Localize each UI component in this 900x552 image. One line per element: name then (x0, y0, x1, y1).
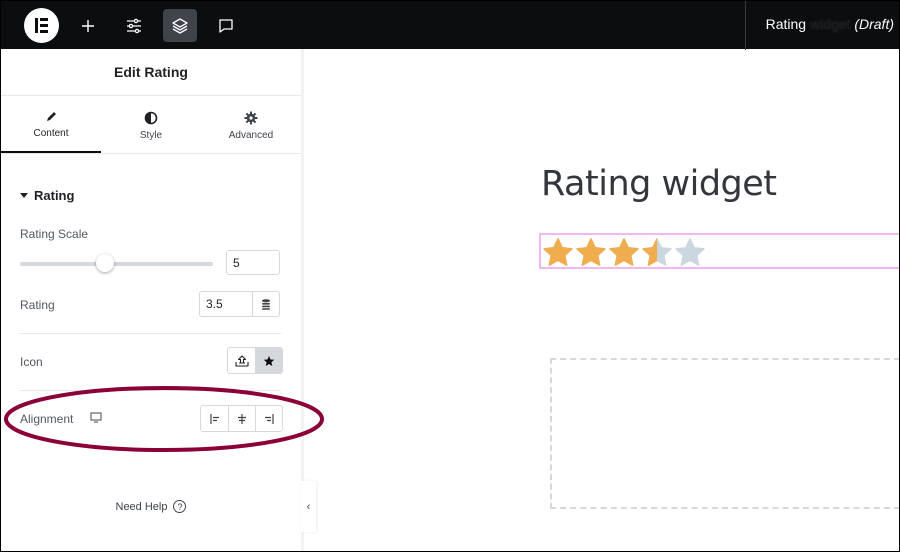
rating-label: Rating (20, 298, 55, 312)
tab-content-label: Content (33, 128, 69, 139)
comments-button[interactable] (209, 9, 243, 42)
need-help-link[interactable]: Need Help ? (1, 500, 301, 513)
alignment-label: Alignment (20, 412, 74, 426)
need-help-label: Need Help (115, 500, 168, 513)
align-start-icon (209, 413, 219, 424)
pencil-icon (46, 112, 56, 121)
tab-advanced[interactable]: Advanced (201, 96, 301, 153)
collapse-panel-button[interactable]: ‹ (301, 481, 316, 532)
empty-drop-zone[interactable] (550, 358, 900, 509)
elementor-logo[interactable] (24, 8, 59, 43)
caret-down-icon (20, 193, 28, 198)
icon-star-option[interactable] (255, 348, 282, 373)
divider (20, 390, 281, 391)
document-title[interactable]: Rating widget (Draft) (766, 16, 894, 32)
rating-scale-slider-handle[interactable] (96, 254, 114, 272)
rating-star (642, 238, 672, 266)
title-main: Rating (765, 16, 807, 32)
upload-icon (234, 355, 249, 367)
tab-style-label: Style (139, 129, 163, 141)
icon-upload-option[interactable] (228, 348, 255, 373)
rating-star (543, 238, 573, 266)
add-element-button[interactable] (71, 9, 105, 42)
panel-edge (301, 49, 304, 551)
top-bar: Rating widget (Draft) (0, 0, 900, 50)
sliders-icon (127, 18, 141, 33)
site-settings-button[interactable] (117, 9, 151, 42)
panel-title: Edit Rating (1, 49, 301, 96)
contrast-icon (144, 111, 158, 124)
tab-style[interactable]: Style (101, 96, 201, 153)
database-icon (261, 298, 270, 310)
canvas-heading[interactable]: Rating widget (541, 164, 777, 204)
dynamic-tags-button[interactable] (252, 291, 280, 317)
desktop-icon[interactable] (90, 412, 102, 423)
rating-scale-slider-track[interactable] (20, 262, 213, 266)
structure-button[interactable] (163, 9, 197, 42)
alignment-choices (200, 405, 283, 432)
draft-status: (Draft) (854, 16, 894, 32)
align-end-option[interactable] (255, 406, 282, 431)
align-start-option[interactable] (201, 406, 228, 431)
align-end-icon (265, 413, 274, 424)
tab-content[interactable]: Content (1, 96, 101, 153)
rating-input[interactable]: 3.5 (199, 291, 253, 317)
section-title: Rating (34, 188, 75, 203)
rating-star (609, 238, 639, 266)
layers-icon (172, 17, 188, 34)
icon-label: Icon (20, 355, 43, 369)
gear-icon (244, 111, 258, 124)
chevron-left-icon: ‹ (306, 500, 311, 513)
align-center-option[interactable] (228, 406, 255, 431)
panel-tabs: Content Style Advanced (1, 96, 301, 154)
document-title-area: Rating widget (Draft) (745, 1, 900, 50)
comment-icon (219, 18, 233, 33)
align-center-icon (238, 413, 246, 424)
rating-scale-input[interactable]: 5 (226, 250, 280, 275)
plus-icon (82, 19, 94, 32)
divider (20, 333, 281, 334)
icon-choices (227, 347, 283, 374)
rating-scale-label: Rating Scale (20, 227, 89, 241)
rating-star (675, 238, 705, 266)
rating-stars (542, 237, 706, 267)
section-rating-toggle[interactable]: Rating (20, 188, 74, 203)
editor-panel: Edit Rating Content Style Advanced Ratin… (1, 49, 301, 551)
tab-advanced-label: Advanced (228, 129, 274, 141)
rating-star (576, 238, 606, 266)
help-icon: ? (173, 500, 187, 513)
star-icon (263, 355, 275, 366)
title-dim: widget (806, 16, 851, 32)
